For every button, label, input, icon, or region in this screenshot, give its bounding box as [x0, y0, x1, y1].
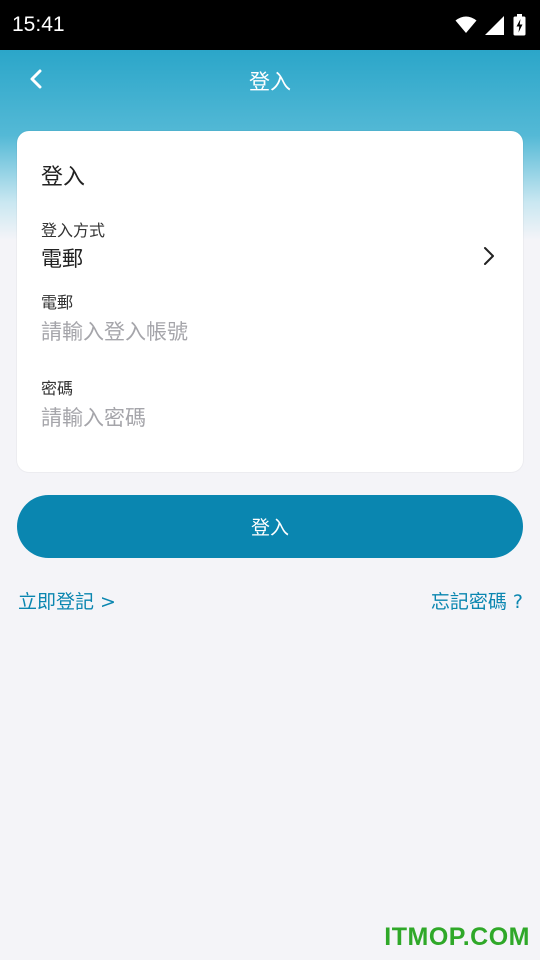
- nav-bar: 登入: [0, 50, 540, 112]
- password-field[interactable]: [41, 401, 497, 435]
- watermark-logo: ITMOP.COM: [384, 923, 530, 951]
- login-method-label: 登入方式: [41, 221, 106, 240]
- register-link[interactable]: 立即登記 >: [18, 587, 116, 614]
- login-card: 登入 登入方式 電郵 電郵 密碼: [17, 131, 523, 472]
- page-title: 登入: [249, 70, 291, 94]
- login-method-value: 電郵: [41, 247, 83, 271]
- back-button[interactable]: [20, 64, 52, 98]
- status-bar: 15:41: [0, 0, 540, 50]
- email-field[interactable]: [41, 315, 497, 349]
- card-title: 登入: [41, 165, 86, 190]
- chevron-right-icon: [483, 246, 495, 270]
- battery-charging-icon: [513, 14, 526, 36]
- forgot-password-link[interactable]: 忘記密碼 ?: [431, 587, 523, 614]
- chevron-left-icon: [29, 69, 43, 93]
- email-label: 電郵: [41, 293, 74, 312]
- status-icons: [455, 14, 526, 36]
- password-label: 密碼: [41, 379, 74, 398]
- signal-icon: [485, 15, 505, 35]
- login-button[interactable]: 登入: [17, 495, 523, 558]
- status-time: 15:41: [12, 13, 65, 36]
- wifi-icon: [455, 16, 477, 34]
